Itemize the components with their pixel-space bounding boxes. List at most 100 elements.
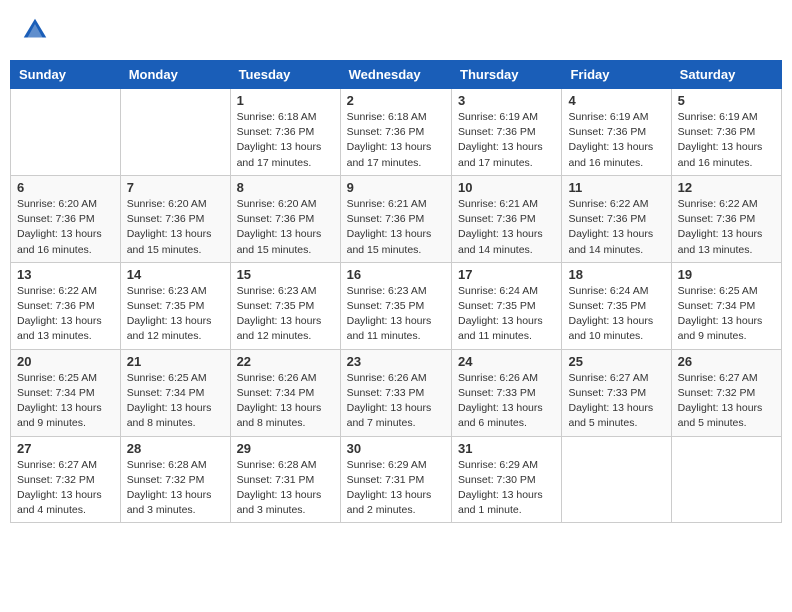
day-info: Sunrise: 6:23 AMSunset: 7:35 PMDaylight:… bbox=[127, 284, 224, 345]
day-info: Sunrise: 6:25 AMSunset: 7:34 PMDaylight:… bbox=[17, 371, 114, 432]
calendar-cell: 28 Sunrise: 6:28 AMSunset: 7:32 PMDayligh… bbox=[120, 436, 230, 523]
day-info: Sunrise: 6:20 AMSunset: 7:36 PMDaylight:… bbox=[237, 197, 334, 258]
day-number: 25 bbox=[568, 354, 664, 369]
day-number: 19 bbox=[678, 267, 775, 282]
day-info: Sunrise: 6:28 AMSunset: 7:32 PMDaylight:… bbox=[127, 458, 224, 519]
day-info: Sunrise: 6:19 AMSunset: 7:36 PMDaylight:… bbox=[458, 110, 555, 171]
calendar-cell: 11 Sunrise: 6:22 AMSunset: 7:36 PMDayligh… bbox=[562, 175, 671, 262]
day-info: Sunrise: 6:27 AMSunset: 7:33 PMDaylight:… bbox=[568, 371, 664, 432]
calendar-cell: 23 Sunrise: 6:26 AMSunset: 7:33 PMDayligh… bbox=[340, 349, 451, 436]
calendar-cell: 19 Sunrise: 6:25 AMSunset: 7:34 PMDayligh… bbox=[671, 262, 781, 349]
calendar-cell: 16 Sunrise: 6:23 AMSunset: 7:35 PMDayligh… bbox=[340, 262, 451, 349]
day-number: 29 bbox=[237, 441, 334, 456]
calendar-cell: 6 Sunrise: 6:20 AMSunset: 7:36 PMDaylight… bbox=[11, 175, 121, 262]
calendar-cell: 24Sunrise: 6:26 AMSunset: 7:33 PMDayligh… bbox=[452, 349, 562, 436]
day-info: Sunrise: 6:23 AMSunset: 7:35 PMDaylight:… bbox=[237, 284, 334, 345]
day-info: Sunrise: 6:27 AMSunset: 7:32 PMDaylight:… bbox=[17, 458, 114, 519]
day-number: 14 bbox=[127, 267, 224, 282]
day-info: Sunrise: 6:22 AMSunset: 7:36 PMDaylight:… bbox=[678, 197, 775, 258]
day-number: 20 bbox=[17, 354, 114, 369]
day-number: 4 bbox=[568, 93, 664, 108]
calendar-week-row: 13 Sunrise: 6:22 AMSunset: 7:36 PMDayligh… bbox=[11, 262, 782, 349]
calendar-cell: 5 Sunrise: 6:19 AMSunset: 7:36 PMDaylight… bbox=[671, 89, 781, 176]
calendar-cell: 26 Sunrise: 6:27 AMSunset: 7:32 PMDayligh… bbox=[671, 349, 781, 436]
column-header-sunday: Sunday bbox=[11, 61, 121, 89]
calendar-cell: 13 Sunrise: 6:22 AMSunset: 7:36 PMDayligh… bbox=[11, 262, 121, 349]
column-header-saturday: Saturday bbox=[671, 61, 781, 89]
day-info: Sunrise: 6:25 AMSunset: 7:34 PMDaylight:… bbox=[678, 284, 775, 345]
day-number: 28 bbox=[127, 441, 224, 456]
day-number: 23 bbox=[347, 354, 445, 369]
day-number: 11 bbox=[568, 180, 664, 195]
day-number: 15 bbox=[237, 267, 334, 282]
calendar-cell: 9 Sunrise: 6:21 AMSunset: 7:36 PMDaylight… bbox=[340, 175, 451, 262]
logo bbox=[20, 15, 52, 45]
day-info: Sunrise: 6:18 AMSunset: 7:36 PMDaylight:… bbox=[237, 110, 334, 171]
calendar-cell: 2Sunrise: 6:18 AMSunset: 7:36 PMDaylight… bbox=[340, 89, 451, 176]
day-info: Sunrise: 6:19 AMSunset: 7:36 PMDaylight:… bbox=[568, 110, 664, 171]
day-number: 21 bbox=[127, 354, 224, 369]
calendar-cell: 30 Sunrise: 6:29 AMSunset: 7:31 PMDayligh… bbox=[340, 436, 451, 523]
calendar-cell: 22 Sunrise: 6:26 AMSunset: 7:34 PMDayligh… bbox=[230, 349, 340, 436]
calendar-cell: 27Sunrise: 6:27 AMSunset: 7:32 PMDayligh… bbox=[11, 436, 121, 523]
calendar-cell: 31 Sunrise: 6:29 AMSunset: 7:30 PMDayligh… bbox=[452, 436, 562, 523]
day-info: Sunrise: 6:20 AMSunset: 7:36 PMDaylight:… bbox=[17, 197, 114, 258]
day-info: Sunrise: 6:22 AMSunset: 7:36 PMDaylight:… bbox=[568, 197, 664, 258]
calendar-cell: 21 Sunrise: 6:25 AMSunset: 7:34 PMDayligh… bbox=[120, 349, 230, 436]
day-info: Sunrise: 6:27 AMSunset: 7:32 PMDaylight:… bbox=[678, 371, 775, 432]
day-number: 8 bbox=[237, 180, 334, 195]
day-number: 12 bbox=[678, 180, 775, 195]
calendar-cell: 14 Sunrise: 6:23 AMSunset: 7:35 PMDayligh… bbox=[120, 262, 230, 349]
day-number: 16 bbox=[347, 267, 445, 282]
day-info: Sunrise: 6:25 AMSunset: 7:34 PMDaylight:… bbox=[127, 371, 224, 432]
day-info: Sunrise: 6:21 AMSunset: 7:36 PMDaylight:… bbox=[458, 197, 555, 258]
day-info: Sunrise: 6:29 AMSunset: 7:31 PMDaylight:… bbox=[347, 458, 445, 519]
calendar-header-row: SundayMondayTuesdayWednesdayThursdayFrid… bbox=[11, 61, 782, 89]
day-number: 30 bbox=[347, 441, 445, 456]
day-info: Sunrise: 6:29 AMSunset: 7:30 PMDaylight:… bbox=[458, 458, 555, 519]
day-number: 26 bbox=[678, 354, 775, 369]
day-number: 22 bbox=[237, 354, 334, 369]
column-header-wednesday: Wednesday bbox=[340, 61, 451, 89]
calendar-table: SundayMondayTuesdayWednesdayThursdayFrid… bbox=[10, 60, 782, 523]
day-info: Sunrise: 6:26 AMSunset: 7:33 PMDaylight:… bbox=[458, 371, 555, 432]
calendar-cell: 1Sunrise: 6:18 AMSunset: 7:36 PMDaylight… bbox=[230, 89, 340, 176]
calendar-cell: 10 Sunrise: 6:21 AMSunset: 7:36 PMDayligh… bbox=[452, 175, 562, 262]
day-info: Sunrise: 6:22 AMSunset: 7:36 PMDaylight:… bbox=[17, 284, 114, 345]
day-info: Sunrise: 6:26 AMSunset: 7:33 PMDaylight:… bbox=[347, 371, 445, 432]
calendar-cell: 7 Sunrise: 6:20 AMSunset: 7:36 PMDaylight… bbox=[120, 175, 230, 262]
day-info: Sunrise: 6:26 AMSunset: 7:34 PMDaylight:… bbox=[237, 371, 334, 432]
day-number: 6 bbox=[17, 180, 114, 195]
logo-icon bbox=[20, 15, 50, 45]
day-info: Sunrise: 6:23 AMSunset: 7:35 PMDaylight:… bbox=[347, 284, 445, 345]
day-number: 18 bbox=[568, 267, 664, 282]
day-info: Sunrise: 6:24 AMSunset: 7:35 PMDaylight:… bbox=[458, 284, 555, 345]
calendar-cell bbox=[671, 436, 781, 523]
calendar-cell: 12 Sunrise: 6:22 AMSunset: 7:36 PMDayligh… bbox=[671, 175, 781, 262]
day-number: 10 bbox=[458, 180, 555, 195]
calendar-cell: 18Sunrise: 6:24 AMSunset: 7:35 PMDayligh… bbox=[562, 262, 671, 349]
day-number: 31 bbox=[458, 441, 555, 456]
calendar-cell: 3Sunrise: 6:19 AMSunset: 7:36 PMDaylight… bbox=[452, 89, 562, 176]
day-number: 5 bbox=[678, 93, 775, 108]
day-number: 13 bbox=[17, 267, 114, 282]
calendar-cell bbox=[120, 89, 230, 176]
day-number: 7 bbox=[127, 180, 224, 195]
day-number: 2 bbox=[347, 93, 445, 108]
calendar-week-row: 1Sunrise: 6:18 AMSunset: 7:36 PMDaylight… bbox=[11, 89, 782, 176]
calendar-week-row: 6 Sunrise: 6:20 AMSunset: 7:36 PMDaylight… bbox=[11, 175, 782, 262]
calendar-cell: 25 Sunrise: 6:27 AMSunset: 7:33 PMDayligh… bbox=[562, 349, 671, 436]
day-info: Sunrise: 6:21 AMSunset: 7:36 PMDaylight:… bbox=[347, 197, 445, 258]
calendar-cell bbox=[562, 436, 671, 523]
day-info: Sunrise: 6:20 AMSunset: 7:36 PMDaylight:… bbox=[127, 197, 224, 258]
calendar-cell: 4 Sunrise: 6:19 AMSunset: 7:36 PMDaylight… bbox=[562, 89, 671, 176]
calendar-week-row: 20 Sunrise: 6:25 AMSunset: 7:34 PMDayligh… bbox=[11, 349, 782, 436]
day-info: Sunrise: 6:19 AMSunset: 7:36 PMDaylight:… bbox=[678, 110, 775, 171]
calendar-cell: 20 Sunrise: 6:25 AMSunset: 7:34 PMDayligh… bbox=[11, 349, 121, 436]
day-number: 9 bbox=[347, 180, 445, 195]
calendar-cell bbox=[11, 89, 121, 176]
page-header bbox=[10, 10, 782, 50]
column-header-monday: Monday bbox=[120, 61, 230, 89]
column-header-tuesday: Tuesday bbox=[230, 61, 340, 89]
calendar-week-row: 27Sunrise: 6:27 AMSunset: 7:32 PMDayligh… bbox=[11, 436, 782, 523]
